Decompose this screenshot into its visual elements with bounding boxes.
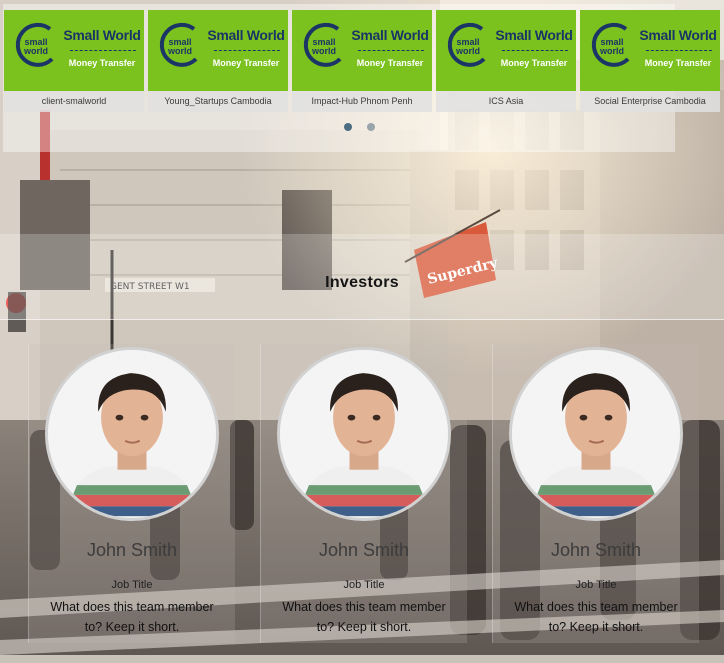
avatar [277, 347, 451, 521]
member-description: What does this team member to? Keep it s… [503, 597, 689, 637]
member-description-line: What does this team member [514, 600, 678, 614]
person-portrait [512, 350, 680, 518]
member-name: John Smith [318, 540, 410, 560]
svg-text:world: world [599, 46, 624, 56]
carousel-pagination [344, 118, 386, 136]
svg-text:world: world [23, 46, 48, 56]
member-description-line: to? Keep it short. [548, 620, 644, 634]
person-portrait [48, 350, 216, 518]
small-world-globe-icon: small world [303, 22, 342, 67]
avatar [45, 347, 219, 521]
small-world-globe-icon: small world [159, 22, 198, 67]
svg-text:world: world [311, 46, 336, 56]
member-description-line: to? Keep it short. [316, 620, 412, 634]
partner-card[interactable]: small world Small World Money Transfer c… [4, 10, 144, 112]
partners-strip: small world Small World Money Transfer c… [4, 10, 724, 112]
partner-caption[interactable]: client-smalworld [4, 91, 144, 112]
partner-logo: small world Small World Money Transfer [436, 10, 576, 91]
divider [646, 50, 712, 51]
partner-tagline: Money Transfer [68, 58, 136, 68]
partner-logo: small world Small World Money Transfer [292, 10, 432, 91]
small-world-globe-icon: small world [15, 22, 54, 67]
partner-logo: small world Small World Money Transfer [148, 10, 288, 91]
divider [358, 50, 424, 51]
person-portrait [280, 350, 448, 518]
partner-tagline: Money Transfer [356, 58, 424, 68]
member-role: Job Title [575, 579, 617, 591]
partner-tagline: Money Transfer [212, 58, 280, 68]
investors-header: Investors [0, 234, 724, 320]
partner-caption[interactable]: Young_Startups Cambodia [148, 91, 288, 112]
section-title: Investors [325, 274, 399, 291]
partner-card[interactable]: small world Small World Money Transfer I… [292, 10, 432, 112]
member-name: John Smith [86, 540, 178, 560]
partner-brand: Small World [207, 27, 285, 43]
partner-card[interactable]: small world Small World Money Transfer Y… [148, 10, 288, 112]
svg-text:world: world [455, 46, 480, 56]
carousel-dot-1[interactable] [344, 123, 352, 131]
partner-logo: small world Small World Money Transfer [4, 10, 144, 91]
member-description: What does this team member to? Keep it s… [271, 597, 457, 637]
team-member-card: John Smith Job Title What does this team… [260, 344, 467, 643]
divider [502, 50, 568, 51]
partner-logo: small world Small World Money Transfer [580, 10, 720, 91]
small-world-globe-icon: small world [591, 22, 630, 67]
team-member-card: John Smith Job Title What does this team… [492, 344, 699, 643]
member-role: Job Title [111, 579, 153, 591]
member-description-line: What does this team member [282, 600, 446, 614]
team-member-card: John Smith Job Title What does this team… [28, 344, 235, 643]
partner-card[interactable]: small world Small World Money Transfer I… [436, 10, 576, 112]
partner-caption[interactable]: Impact-Hub Phnom Penh [292, 91, 432, 112]
partner-brand: Small World [495, 27, 573, 43]
divider [214, 50, 280, 51]
member-description: What does this team member to? Keep it s… [39, 597, 225, 637]
member-role: Job Title [343, 579, 385, 591]
member-name: John Smith [550, 540, 642, 560]
partner-caption[interactable]: Social Enterprise Cambodia [580, 91, 720, 112]
partner-tagline: Money Transfer [500, 58, 568, 68]
partner-caption[interactable]: ICS Asia [436, 91, 576, 112]
carousel-dot-2[interactable] [367, 123, 376, 131]
svg-text:world: world [167, 46, 192, 56]
divider [70, 50, 136, 51]
partner-brand: Small World [351, 27, 429, 43]
partner-brand: Small World [639, 27, 717, 43]
partner-brand: Small World [63, 27, 141, 43]
member-description-line: What does this team member [50, 600, 214, 614]
member-description-line: to? Keep it short. [84, 620, 180, 634]
partner-tagline: Money Transfer [644, 58, 712, 68]
avatar [509, 347, 683, 521]
partner-card[interactable]: small world Small World Money Transfer S… [580, 10, 720, 112]
small-world-globe-icon: small world [447, 22, 486, 67]
